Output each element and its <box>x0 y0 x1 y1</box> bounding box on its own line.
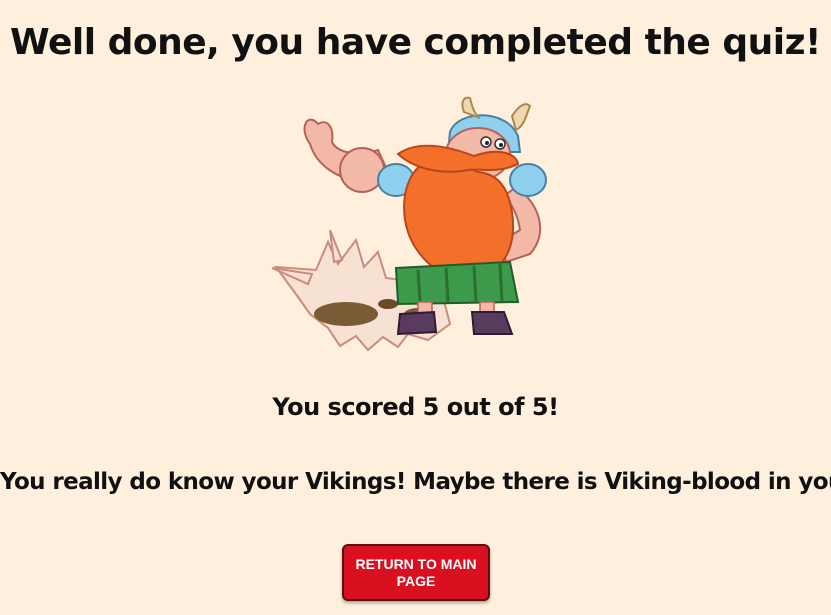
viking-cartoon-illustration <box>271 96 547 352</box>
page-title: Well done, you have completed the quiz! <box>10 22 821 63</box>
result-message: You really do know your Vikings! Maybe t… <box>0 469 831 495</box>
return-to-main-page-button[interactable]: RETURN TO MAIN PAGE <box>342 544 490 601</box>
score-text: You scored 5 out of 5! <box>272 393 559 421</box>
